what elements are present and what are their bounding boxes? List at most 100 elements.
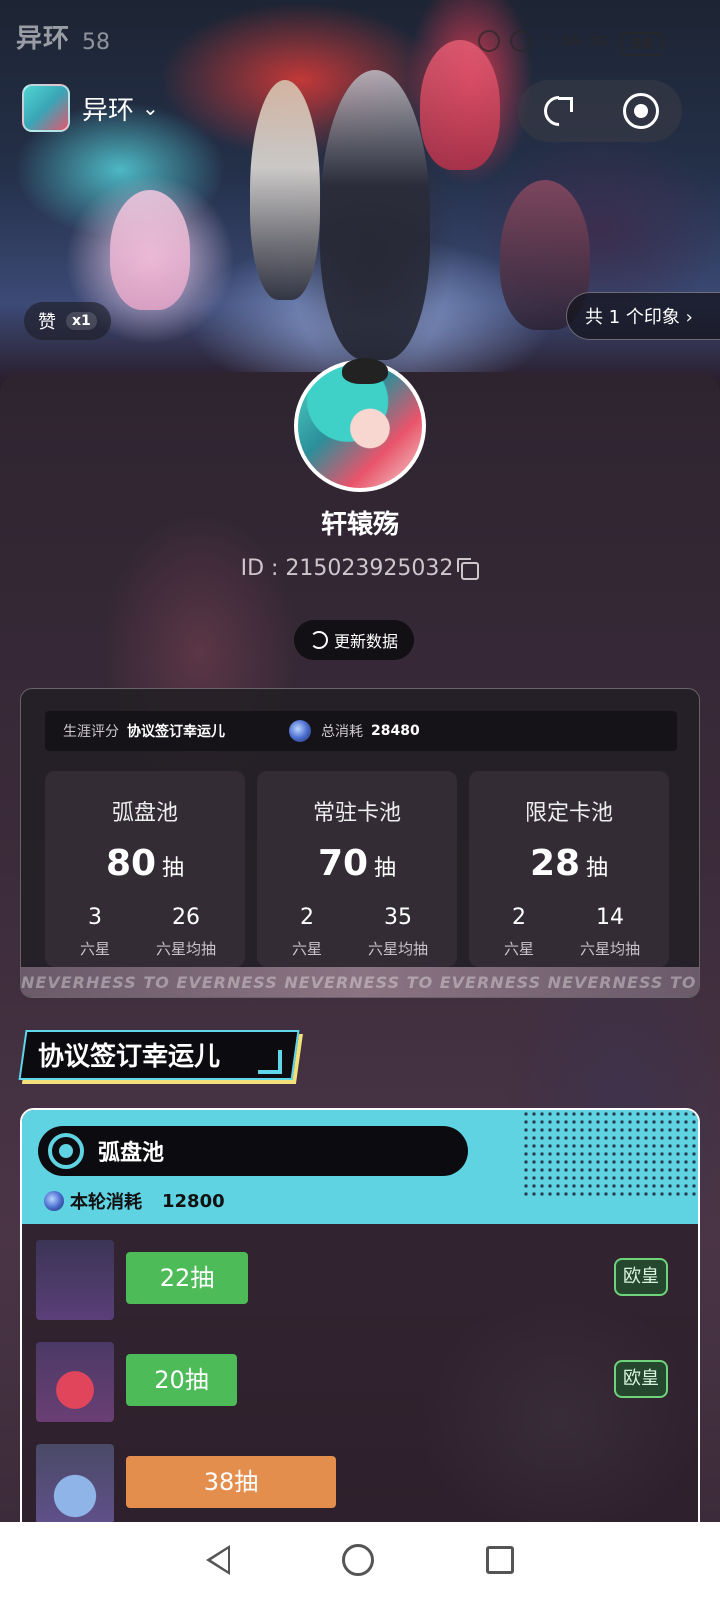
home-icon[interactable] bbox=[342, 1544, 374, 1576]
six-star-label: 六星 bbox=[503, 940, 534, 958]
pool-pulls-value: 80 bbox=[105, 843, 157, 884]
pull-count-bar: 38抽 bbox=[126, 1456, 336, 1508]
avg-value: 14 bbox=[596, 905, 624, 930]
pull-count-bar: 20抽 bbox=[126, 1354, 237, 1406]
share-icon[interactable] bbox=[541, 93, 577, 129]
pool-title: 限定卡池 bbox=[524, 801, 613, 826]
record-pool-name: 弧盘池 bbox=[98, 1141, 165, 1166]
character-thumbnail bbox=[36, 1240, 114, 1320]
pool-six-star: 3 六星 bbox=[75, 905, 115, 959]
nickname: 轩辕殇 bbox=[320, 510, 399, 540]
currency-orb-icon bbox=[289, 720, 311, 742]
round-spend-label: 本轮消耗 bbox=[70, 1192, 142, 1213]
like-label: 赞 bbox=[38, 312, 56, 333]
signal-1-icon: 5G bbox=[561, 34, 580, 48]
pool-box-disc[interactable]: 弧盘池 80 抽 3 六星 26 六星均抽 bbox=[45, 771, 245, 967]
pool-box-limited[interactable]: 限定卡池 28 抽 2 六星 14 六星均抽 bbox=[469, 771, 669, 967]
like-count: x1 bbox=[66, 312, 97, 330]
pool-pulls: 80 抽 bbox=[45, 843, 245, 884]
copy-icon[interactable] bbox=[457, 557, 480, 580]
uid-row: ID : 215023925032 bbox=[0, 556, 720, 581]
halftone-decoration bbox=[522, 1110, 698, 1200]
banner-figure-left bbox=[250, 80, 320, 300]
lucky-badge: 欧皇 bbox=[614, 1360, 668, 1398]
pool-pulls-value: 28 bbox=[529, 843, 581, 884]
round-spend-row: 本轮消耗 12800 bbox=[44, 1188, 225, 1214]
pull-record-row[interactable]: 22抽 欧皇 bbox=[36, 1240, 686, 1320]
pool-pulls-unit: 抽 bbox=[374, 856, 397, 881]
pool-pulls-value: 70 bbox=[317, 843, 369, 884]
avg-label: 六星均抽 bbox=[367, 940, 428, 958]
refresh-icon bbox=[309, 631, 328, 649]
pull-record-row[interactable]: 20抽 欧皇 bbox=[36, 1342, 686, 1422]
signal-2-icon: 5G bbox=[589, 34, 608, 48]
battery-icon: 98 bbox=[620, 32, 664, 56]
pool-title: 常驻卡池 bbox=[312, 801, 401, 826]
pool-pulls-unit: 抽 bbox=[586, 856, 609, 881]
avatar[interactable] bbox=[294, 358, 426, 492]
spend-label: 总消耗 bbox=[321, 724, 363, 740]
pull-count-bar: 22抽 bbox=[126, 1252, 248, 1304]
status-logo: 异环 bbox=[16, 24, 71, 54]
chevron-down-icon: ⌄ bbox=[142, 96, 159, 120]
avg-label: 六星均抽 bbox=[579, 940, 640, 958]
app-name: 异环 bbox=[82, 95, 135, 126]
app-switcher[interactable]: 异环 ⌄ bbox=[22, 84, 159, 132]
pool-record-card: 弧盘池 本轮消耗 12800 22抽 欧皇 20抽 欧皇 38抽 bbox=[20, 1108, 700, 1548]
alarm-icon bbox=[478, 30, 501, 52]
banner-figure-pink bbox=[110, 190, 190, 310]
recents-icon[interactable] bbox=[486, 1546, 514, 1574]
six-star-value: 2 bbox=[300, 905, 314, 930]
round-spend-value: 12800 bbox=[162, 1190, 225, 1212]
six-star-label: 六星 bbox=[291, 940, 322, 958]
brand-marquee: NEVERHESS TO EVERNESS NEVERNESS TO EVERN… bbox=[21, 967, 699, 997]
avg-value: 35 bbox=[384, 905, 412, 930]
wifi-icon: ◠ bbox=[542, 34, 552, 48]
status-icons: ◠ 5G 5G bbox=[478, 30, 608, 52]
system-nav-bar bbox=[0, 1522, 720, 1598]
currency-orb-icon bbox=[44, 1191, 64, 1211]
career-label: 生涯评分 bbox=[63, 724, 119, 740]
item-thumbnail bbox=[36, 1342, 114, 1422]
pool-target-icon bbox=[48, 1133, 84, 1169]
luck-title: 协议签订幸运儿 bbox=[38, 1042, 221, 1072]
gacha-stats-card: 生涯评分 协议签订幸运儿 总消耗 28480 弧盘池 80 抽 3 六星 26 六… bbox=[20, 688, 700, 998]
six-star-label: 六星 bbox=[79, 940, 110, 958]
status-time: 58 bbox=[82, 30, 110, 55]
record-icon[interactable] bbox=[623, 93, 659, 129]
spend-value: 28480 bbox=[371, 723, 420, 739]
status-bar: 异环 58 ◠ 5G 5G 98 bbox=[0, 0, 720, 80]
pool-six-star: 2 六星 bbox=[499, 905, 539, 959]
refresh-data-button[interactable]: 更新数据 bbox=[294, 620, 414, 660]
pull-record-row[interactable]: 38抽 bbox=[36, 1444, 686, 1524]
pool-pulls: 28 抽 bbox=[469, 843, 669, 884]
headset-icon bbox=[510, 30, 533, 52]
avg-label: 六星均抽 bbox=[155, 940, 216, 958]
avg-value: 26 bbox=[172, 905, 200, 930]
like-button[interactable]: 赞 x1 bbox=[24, 302, 111, 340]
six-star-value: 3 bbox=[88, 905, 102, 930]
pool-pulls-unit: 抽 bbox=[162, 856, 185, 881]
lucky-badge: 欧皇 bbox=[614, 1258, 668, 1296]
six-star-value: 2 bbox=[512, 905, 526, 930]
app-avatar bbox=[22, 84, 70, 132]
record-pool-pill: 弧盘池 bbox=[38, 1126, 468, 1176]
uid-label: ID : 215023925032 bbox=[240, 556, 454, 581]
arrow-down-right-icon bbox=[258, 1050, 282, 1074]
pool-pulls: 70 抽 bbox=[257, 843, 457, 884]
pool-avg: 14 六星均抽 bbox=[565, 905, 655, 959]
impressions-button[interactable]: 共 1 个印象 › bbox=[566, 292, 720, 340]
summary-bar: 生涯评分 协议签订幸运儿 总消耗 28480 bbox=[45, 711, 677, 751]
item-thumbnail bbox=[36, 1444, 114, 1524]
record-header: 弧盘池 本轮消耗 12800 bbox=[22, 1110, 698, 1224]
top-actions bbox=[518, 80, 682, 142]
pool-box-standard[interactable]: 常驻卡池 70 抽 2 六星 35 六星均抽 bbox=[257, 771, 457, 967]
banner-figure-main bbox=[320, 70, 430, 360]
pool-six-star: 2 六星 bbox=[287, 905, 327, 959]
back-icon[interactable] bbox=[206, 1545, 230, 1575]
refresh-label: 更新数据 bbox=[333, 632, 398, 651]
pool-title: 弧盘池 bbox=[111, 801, 178, 826]
career-value: 协议签订幸运儿 bbox=[127, 724, 225, 740]
pool-avg: 35 六星均抽 bbox=[353, 905, 443, 959]
pool-avg: 26 六星均抽 bbox=[141, 905, 231, 959]
